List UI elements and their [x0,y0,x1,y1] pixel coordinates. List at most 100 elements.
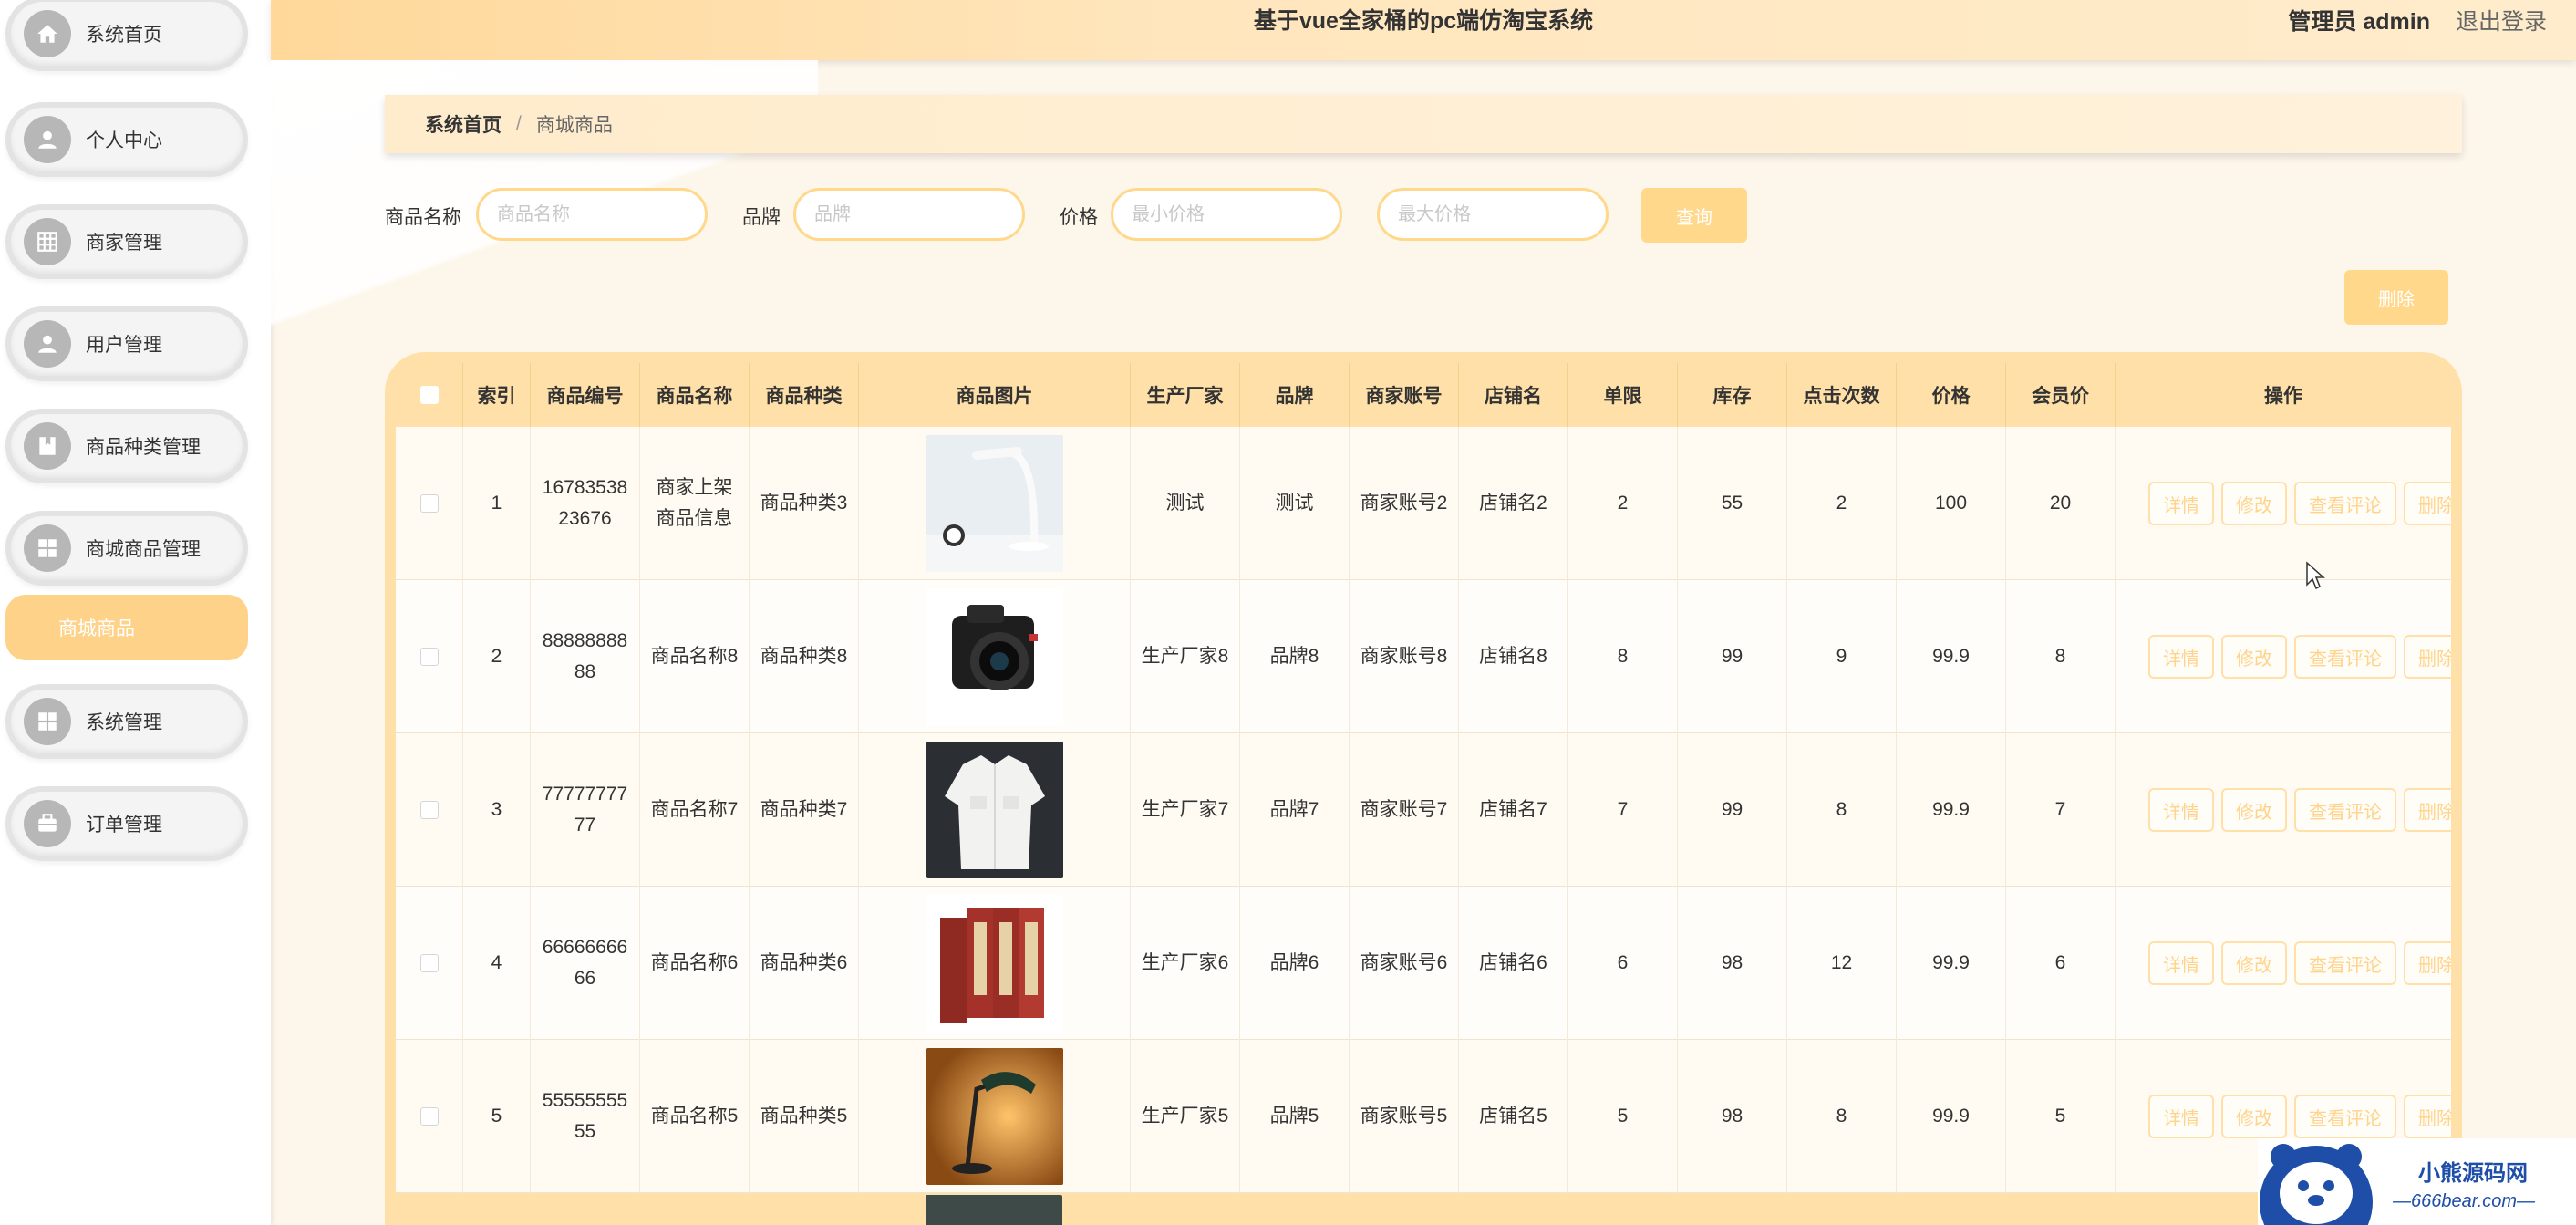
view-reviews-button[interactable]: 查看评论 [2294,482,2396,525]
jacket-image [926,742,1063,878]
edit-button[interactable]: 修改 [2221,482,2287,525]
image-cell [859,1040,1131,1193]
table-body: 1 1678353823676 商家上架商品信息 商品种类3 测试 测试 商家账号2 店铺名2… [396,427,2451,1193]
row-checkbox[interactable] [419,1107,439,1126]
product-name: 商家上架商品信息 [640,427,750,580]
row-checkbox[interactable] [419,954,439,972]
sidebar-item-orders[interactable]: 订单管理 [5,786,248,861]
detail-button[interactable]: 详情 [2148,788,2214,832]
column-header: 索引 [463,363,531,427]
product-category: 商品种类7 [750,733,859,887]
sidebar-item-products[interactable]: 商城商品管理 [5,511,248,586]
max-price-input[interactable] [1377,188,1609,241]
delete-button[interactable]: 删除 [2344,270,2448,325]
product-name-input[interactable] [476,188,708,241]
sidebar-item-home[interactable]: 系统首页 [5,0,248,71]
sidebar-item-merchant[interactable]: 商家管理 [5,204,248,279]
shop-name: 店铺名5 [1459,1040,1568,1193]
sidebar-item-personal-center[interactable]: 个人中心 [5,102,248,177]
row-select-cell [396,887,463,1040]
sidebar: 系统首页 个人中心 商家管理 用户管理 商品种类管理 商城商品管理 商城商品 系… [0,0,271,1225]
breadcrumb: 系统首页 / 商城商品 [385,95,2462,153]
current-user: 管理员 admin [2288,9,2430,35]
sidebar-subitem-mall-products[interactable]: 商城商品 [5,595,248,660]
column-header: 操作 [2264,386,2302,407]
click-count: 8 [1787,733,1897,887]
delete-row-button[interactable]: 删除 [2404,635,2451,679]
product-code: 8888888888 [531,580,640,733]
delete-row-button[interactable]: 删除 [2404,788,2451,832]
table-lamp-image [926,1048,1063,1185]
product-category: 商品种类5 [750,1040,859,1193]
query-button[interactable]: 查询 [1641,188,1747,243]
row-checkbox[interactable] [419,494,439,513]
view-reviews-button[interactable]: 查看评论 [2294,1095,2396,1138]
mouse-cursor-icon [2306,561,2325,590]
view-reviews-button[interactable]: 查看评论 [2294,941,2396,985]
row-checkbox[interactable] [419,801,439,819]
table-row: 3 7777777777 商品名称7 商品种类7 生产厂家7 品牌7 商家账号7 店铺名7 7 9… [396,733,2451,887]
sidebar-item-label: 用户管理 [86,335,162,356]
brand: 测试 [1240,427,1350,580]
delete-row-button[interactable]: 删除 [2404,941,2451,985]
brand-input[interactable] [793,188,1025,241]
column-header: 生产厂家 [1131,363,1240,427]
detail-button[interactable]: 详情 [2148,1095,2214,1138]
sidebar-item-users[interactable]: 用户管理 [5,306,248,381]
detail-button[interactable]: 详情 [2148,635,2214,679]
select-all-checkbox[interactable] [419,386,439,404]
edit-button[interactable]: 修改 [2221,941,2287,985]
min-price-input[interactable] [1111,188,1342,241]
sidebar-item-label: 订单管理 [86,815,162,836]
product-name: 商品名称8 [640,580,750,733]
product-thumbnail [926,1195,1062,1225]
row-index: 3 [463,733,531,887]
breadcrumb-current: 商城商品 [535,115,613,136]
watermark-url: —666bear.com— [2393,1191,2535,1211]
click-count: 12 [1787,887,1897,1040]
sidebar-item-label: 系统首页 [86,25,162,46]
manufacturer: 生产厂家6 [1131,887,1240,1040]
delete-row-button[interactable]: 删除 [2404,482,2451,525]
sidebar-item-system[interactable]: 系统管理 [5,684,248,759]
column-header: 库存 [1678,363,1787,427]
edit-button[interactable]: 修改 [2221,788,2287,832]
row-index: 4 [463,887,531,1040]
view-reviews-button[interactable]: 查看评论 [2294,788,2396,832]
sidebar-item-category[interactable]: 商品种类管理 [5,409,248,483]
shop-name: 店铺名6 [1459,887,1568,1040]
sidebar-item-label: 商品种类管理 [86,437,201,458]
desk-lamp-image [926,435,1063,572]
column-header: 会员价 [2006,363,2116,427]
stock: 99 [1678,733,1787,887]
product-category: 商品种类3 [750,427,859,580]
row-actions: 详情 修改 查看评论 删除 [2116,580,2451,733]
purchase-limit: 5 [1568,1040,1678,1193]
product-code: 7777777777 [531,733,640,887]
edit-button[interactable]: 修改 [2221,635,2287,679]
image-cell [859,887,1131,1040]
stock: 55 [1678,427,1787,580]
column-header: 商品种类 [750,363,859,427]
manufacturer: 测试 [1131,427,1240,580]
manufacturer: 生产厂家7 [1131,733,1240,887]
breadcrumb-home[interactable]: 系统首页 [425,110,502,138]
member-price: 6 [2006,887,2116,1040]
merchant-account: 商家账号2 [1350,427,1459,580]
product-name-label: 商品名称 [385,207,461,228]
merchant-account: 商家账号6 [1350,887,1459,1040]
view-reviews-button[interactable]: 查看评论 [2294,635,2396,679]
logout-link[interactable]: 退出登录 [2456,4,2547,36]
detail-button[interactable]: 详情 [2148,941,2214,985]
purchase-limit: 2 [1568,427,1678,580]
delete-row-button[interactable]: 删除 [2404,1095,2451,1138]
edit-button[interactable]: 修改 [2221,1095,2287,1138]
sidebar-item-label: 商家管理 [86,233,162,254]
stock: 99 [1678,580,1787,733]
row-checkbox[interactable] [419,648,439,666]
row-actions: 详情 修改 查看评论 删除 [2116,887,2451,1040]
breadcrumb-separator: / [516,113,522,134]
watermark: 小熊源码网 —666bear.com— [2258,1138,2576,1225]
detail-button[interactable]: 详情 [2148,482,2214,525]
member-price: 20 [2006,427,2116,580]
